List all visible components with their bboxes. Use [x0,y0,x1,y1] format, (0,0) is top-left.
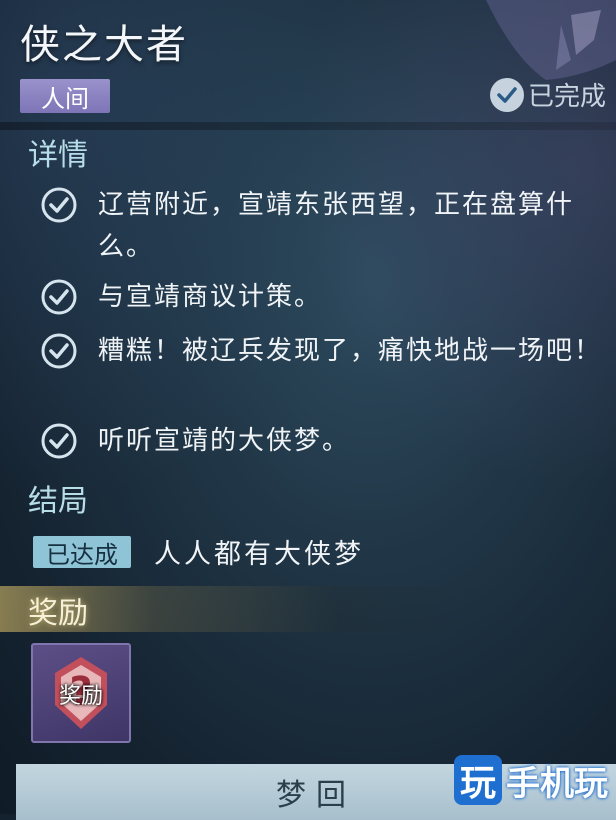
rewards-section-title: 奖励 [28,596,88,631]
watermark-logo: 玩 [454,755,502,805]
ending-name: 人人都有大侠梦 [154,539,364,570]
check-circle-icon [489,77,524,112]
detail-item: 与宣靖商议计策。 [40,276,610,318]
header-divider [0,122,616,130]
details-section-title: 详情 [28,138,88,173]
site-watermark: 玩 手机玩 [454,755,608,805]
reward-item-label: 奖励 [58,684,103,709]
quest-title: 侠之大者 [20,22,188,68]
detail-item-text: 糟糕！被辽兵发现了，痛快地战一场吧！ [98,336,603,366]
detail-item-text: 辽营附近，宣靖东张西望，正在盘算什么。 [98,190,575,262]
detail-item-text: 与宣靖商议计策。 [98,282,323,312]
rewards-header-band [0,586,616,632]
watermark-text: 手机玩 [506,763,608,804]
achieved-badge: 已达成 [33,536,131,569]
ending-section-title: 结局 [28,484,88,519]
check-circle-outline-icon [41,279,77,315]
detail-item: 听听宣靖的大侠梦。 [40,420,610,462]
check-circle-outline-icon [41,333,77,369]
detail-item: 糟糕！被辽兵发现了，痛快地战一场吧！ [40,330,610,372]
reward-item-card[interactable]: ? 奖励 [31,643,131,743]
completion-status-label: 已完成 [527,82,606,112]
detail-item: 辽营附近，宣靖东张西望，正在盘算什么。 [40,184,610,268]
realm-tag: 人间 [20,79,110,113]
detail-item-text: 听听宣靖的大侠梦。 [98,426,351,456]
check-circle-outline-icon [41,187,77,223]
completion-status: 已完成 [489,76,606,113]
check-circle-outline-icon [41,423,77,459]
